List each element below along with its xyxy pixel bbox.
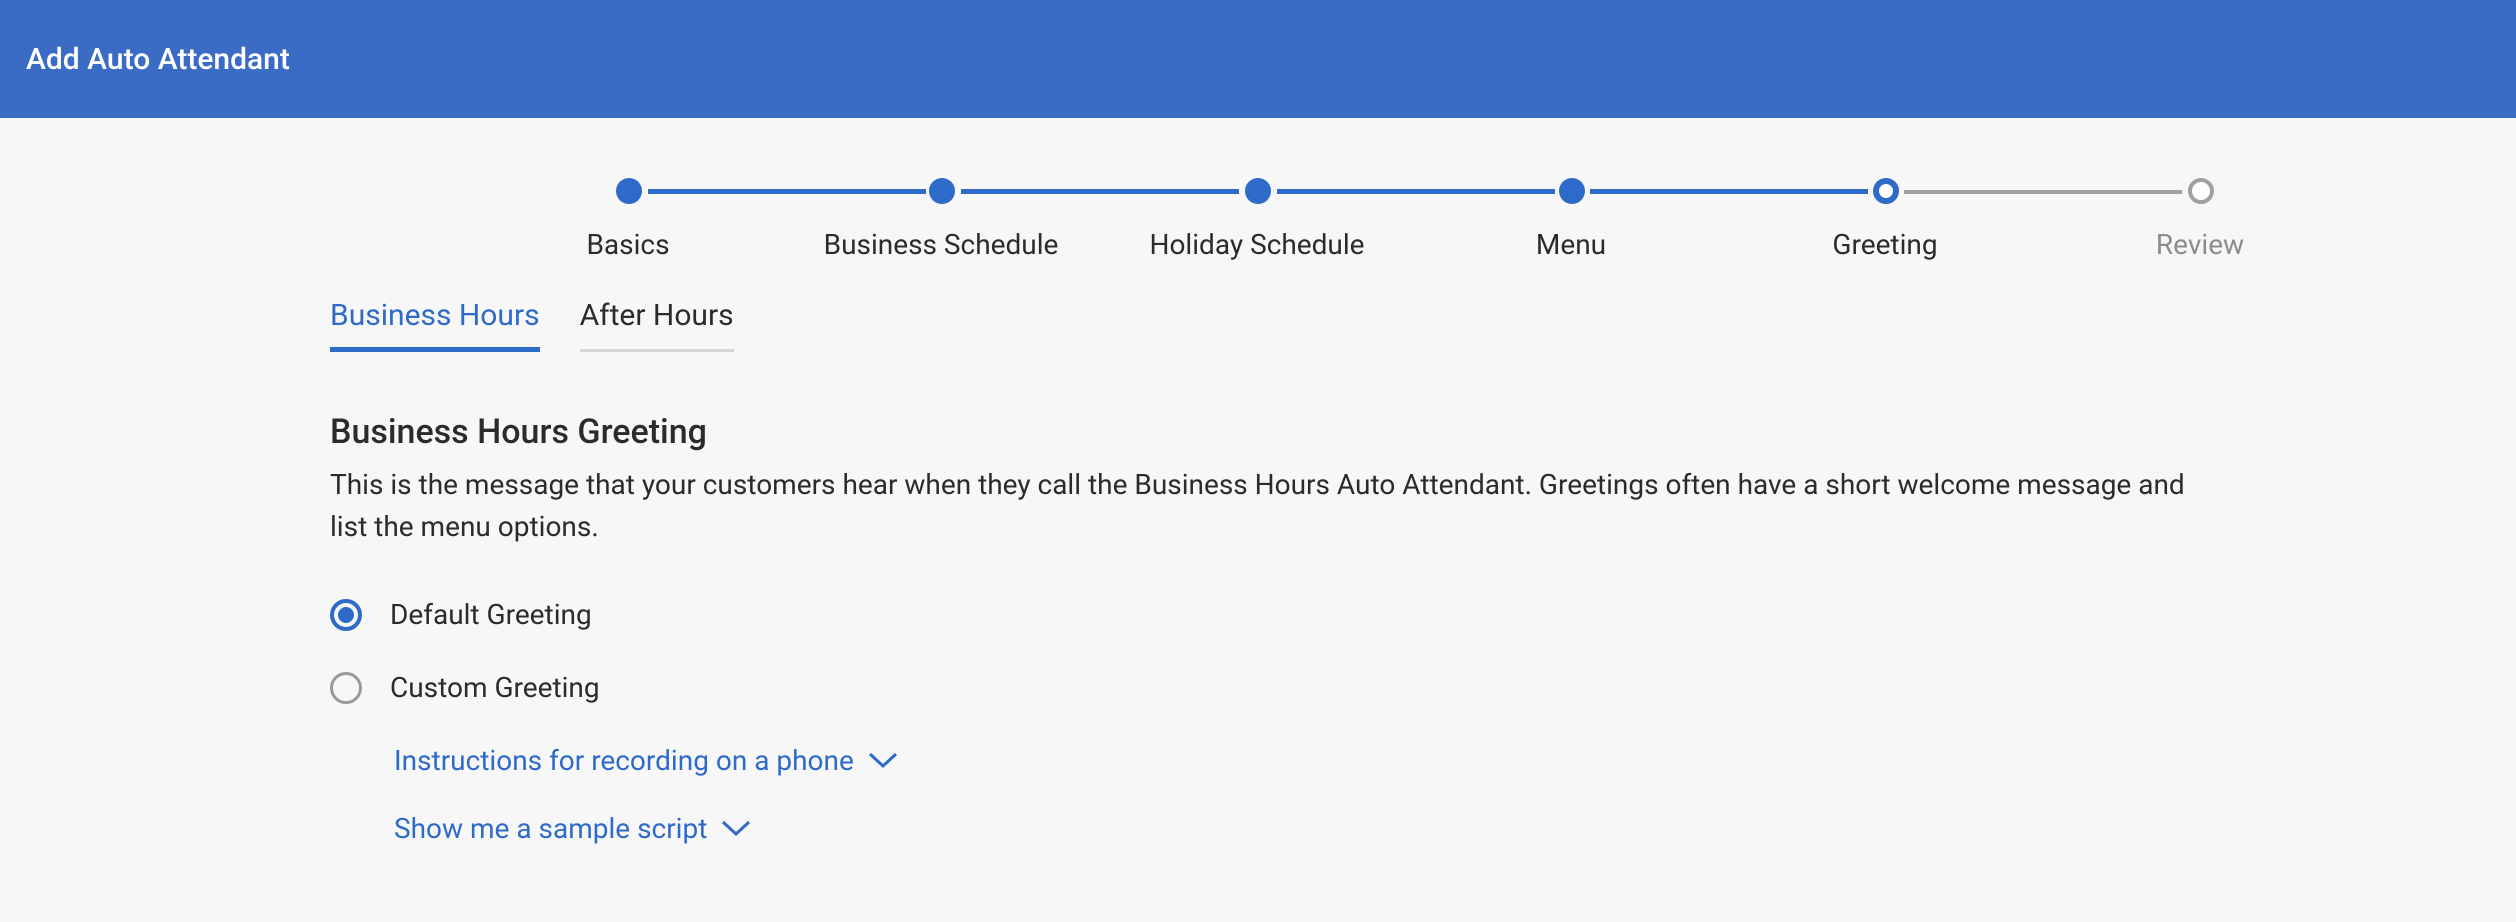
greeting-tabs: Business Hours After Hours — [330, 298, 2186, 352]
radio-label: Custom Greeting — [390, 671, 600, 704]
radio-selected-icon — [330, 599, 362, 631]
section-description: This is the message that your customers … — [330, 464, 2186, 548]
tab-business-hours[interactable]: Business Hours — [330, 298, 540, 352]
link-label: Show me a sample script — [394, 812, 707, 845]
section-title: Business Hours Greeting — [330, 412, 2186, 452]
link-sample-script[interactable]: Show me a sample script — [394, 812, 2186, 845]
link-recording-instructions[interactable]: Instructions for recording on a phone — [394, 744, 2186, 777]
radio-unselected-icon — [330, 672, 362, 704]
link-label: Instructions for recording on a phone — [394, 744, 854, 777]
radio-custom-greeting[interactable]: Custom Greeting — [330, 671, 2186, 704]
wizard-stepper: Basics Business Schedule Holiday Schedul… — [0, 118, 2516, 268]
page-header: Add Auto Attendant — [0, 0, 2516, 118]
content-area: Business Hours After Hours Business Hour… — [0, 268, 2516, 845]
radio-default-greeting[interactable]: Default Greeting — [330, 598, 2186, 631]
step-dot-upcoming-icon — [2188, 178, 2214, 204]
radio-label: Default Greeting — [390, 598, 592, 631]
greeting-radio-group: Default Greeting Custom Greeting Instruc… — [330, 598, 2186, 845]
chevron-down-icon — [721, 820, 751, 838]
tab-after-hours[interactable]: After Hours — [580, 298, 734, 352]
step-review: Review — [0, 118, 2276, 261]
chevron-down-icon — [868, 752, 898, 770]
step-label: Review — [2156, 228, 2244, 261]
page-title: Add Auto Attendant — [26, 42, 290, 77]
